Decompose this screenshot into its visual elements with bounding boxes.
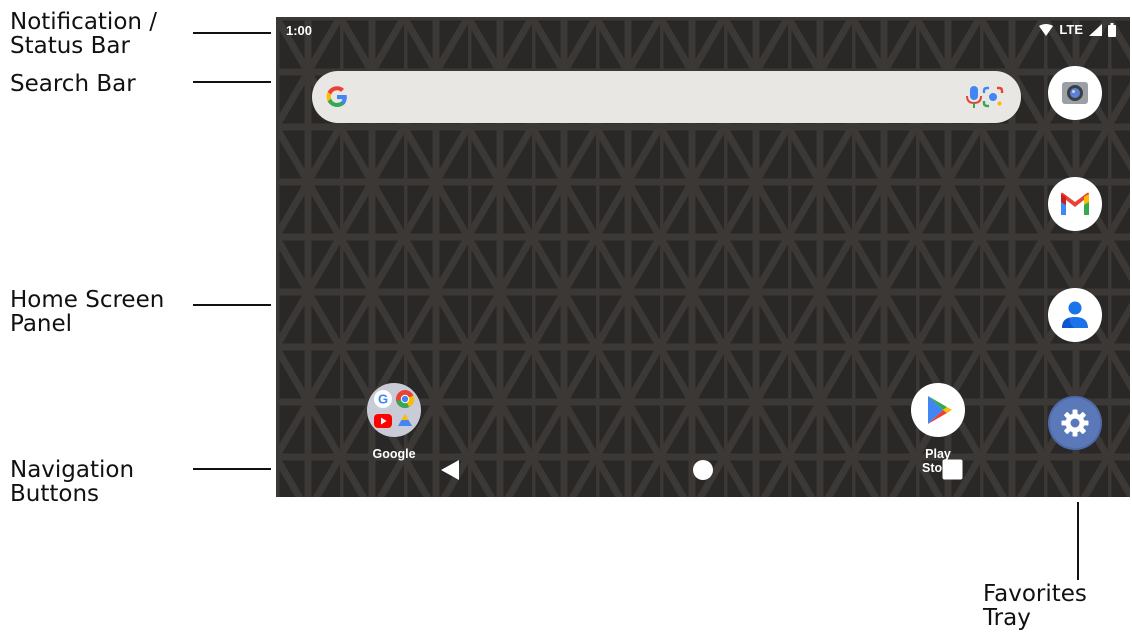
status-time: 1:00 [286,23,313,38]
google-folder-label: Google [372,447,416,461]
status-icons: LTE [1039,22,1116,37]
lens-icon[interactable] [980,84,1006,110]
status-bar[interactable]: 1:00 LTE [276,17,1130,43]
settings-icon[interactable] [1048,396,1102,450]
favorites-leader-line [1077,502,1079,580]
callout-favorites-tray: Favorites Tray [983,582,1087,630]
camera-icon[interactable] [1048,66,1102,120]
recents-icon[interactable] [942,459,963,480]
callout-favorites-line1: Favorites [983,581,1087,607]
callout-status-bar-line1: Notification / [10,9,158,35]
gmail-icon[interactable] [1048,177,1102,231]
callout-nav-line1: Navigation [10,457,135,483]
callout-nav-line2: Buttons [10,481,100,507]
network-type: LTE [1059,22,1083,37]
battery-icon [1108,22,1116,37]
search-bar[interactable] [312,71,1021,123]
app-google-folder[interactable]: G Google [364,383,424,461]
callout-status-bar: Notification / Status Bar [10,10,157,58]
home-screen: 1:00 LTE G Google Play Store [276,17,1130,497]
callout-status-bar-line2: Status Bar [10,33,130,59]
home-panel-leader-line [193,304,271,306]
navigation-leader-line [193,468,271,470]
google-g-icon[interactable] [324,84,350,110]
callout-home-panel-line1: Home Screen [10,287,165,313]
google-folder-icon: G [367,383,421,437]
callout-search-bar: Search Bar [10,72,136,96]
back-icon[interactable] [439,458,461,482]
contacts-icon[interactable] [1048,288,1102,342]
callout-home-screen-panel: Home Screen Panel [10,288,164,336]
callout-search-bar-line1: Search Bar [10,71,136,97]
signal-icon [1089,23,1102,36]
svg-text:G: G [378,392,388,407]
search-bar-leader-line [193,81,271,83]
wifi-icon [1039,23,1054,36]
status-bar-leader-line [193,32,271,34]
callout-favorites-line2: Tray [983,605,1031,631]
home-icon[interactable] [692,459,714,481]
play-store-icon [911,383,965,437]
callout-home-panel-line2: Panel [10,311,73,337]
callout-navigation-buttons: Navigation Buttons [10,458,134,506]
